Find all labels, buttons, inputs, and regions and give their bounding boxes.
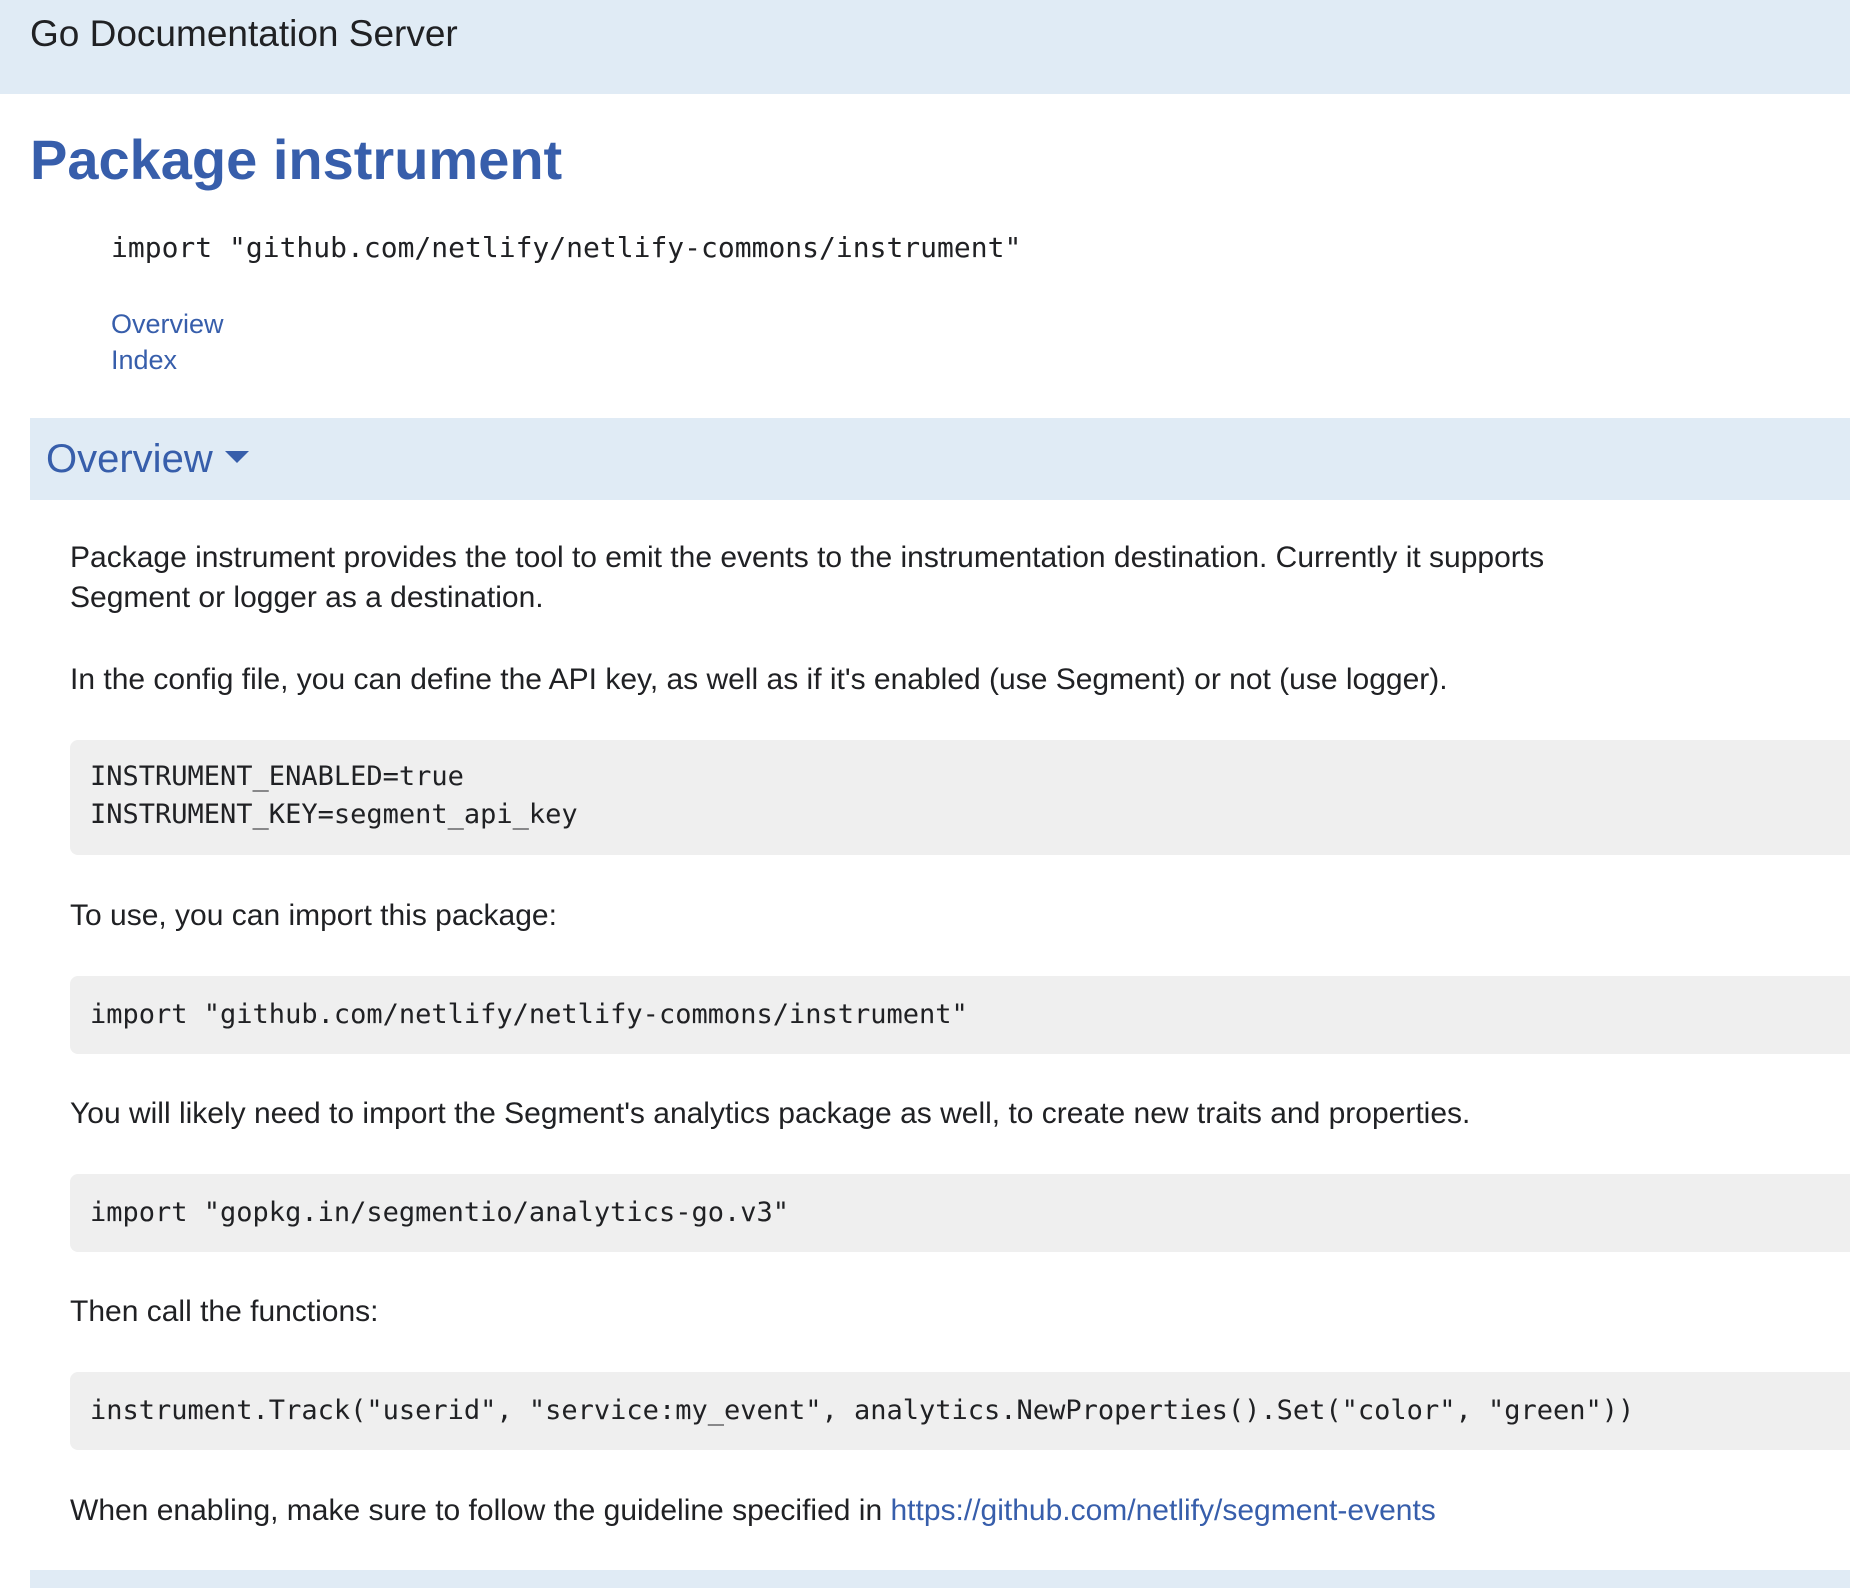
overview-section-header[interactable]: Overview	[30, 418, 1850, 500]
code-line: INSTRUMENT_KEY=segment_api_key	[90, 799, 578, 830]
next-section-header	[30, 1570, 1850, 1588]
code-line: import "gopkg.in/segmentio/analytics-go.…	[90, 1197, 789, 1228]
overview-paragraph-analytics: You will likely need to import the Segme…	[70, 1097, 1471, 1130]
code-line: import "github.com/netlify/netlify-commo…	[90, 999, 968, 1030]
overview-paragraph-call: Then call the functions:	[70, 1295, 379, 1328]
segment-events-link[interactable]: https://github.com/netlify/segment-event…	[891, 1494, 1436, 1527]
code-block-config: INSTRUMENT_ENABLED=true INSTRUMENT_KEY=se…	[70, 740, 1850, 855]
overview-paragraph-config: In the config file, you can define the A…	[70, 663, 1448, 696]
overview-section-title[interactable]: Overview	[46, 436, 213, 482]
overview-paragraph-import: To use, you can import this package:	[70, 899, 557, 932]
overview-paragraph-description: Package instrument provides the tool to …	[70, 541, 1545, 614]
toc-link-index[interactable]: Index	[111, 343, 177, 377]
guideline-text: When enabling, make sure to follow the g…	[70, 1494, 891, 1527]
code-block-import-analytics: import "gopkg.in/segmentio/analytics-go.…	[70, 1174, 1850, 1252]
page-title: Package instrument	[30, 128, 563, 191]
code-line: INSTRUMENT_ENABLED=true	[90, 761, 464, 792]
caret-down-icon[interactable]	[225, 451, 249, 463]
top-banner: Go Documentation Server	[0, 0, 1850, 94]
code-block-track-call: instrument.Track("userid", "service:my_e…	[70, 1372, 1850, 1450]
toc-link-overview[interactable]: Overview	[111, 307, 224, 341]
code-line: instrument.Track("userid", "service:my_e…	[90, 1395, 1635, 1426]
site-title[interactable]: Go Documentation Server	[30, 12, 458, 56]
overview-paragraph-guideline: When enabling, make sure to follow the g…	[70, 1491, 1670, 1531]
package-import-path: import "github.com/netlify/netlify-commo…	[111, 231, 1022, 264]
code-block-import-instrument: import "github.com/netlify/netlify-commo…	[70, 976, 1850, 1054]
